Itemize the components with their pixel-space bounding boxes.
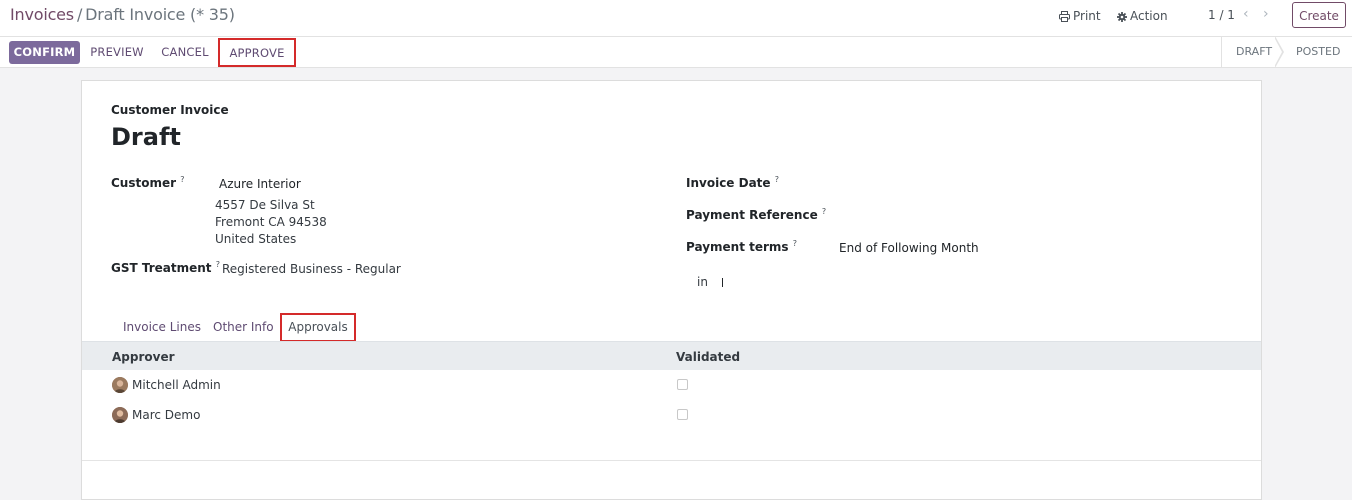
avatar bbox=[112, 407, 128, 423]
tab-approvals[interactable]: Approvals bbox=[280, 313, 356, 342]
validated-checkbox[interactable] bbox=[677, 409, 688, 420]
stage-arrow-inner bbox=[1274, 37, 1282, 67]
help-icon[interactable]: ? bbox=[822, 207, 826, 216]
gst-field[interactable]: Registered Business - Regular bbox=[222, 262, 401, 276]
approver-name: Marc Demo bbox=[132, 408, 201, 422]
currency-in-label: in bbox=[697, 275, 708, 289]
action-button[interactable]: Action bbox=[1117, 9, 1168, 25]
chevron-right-icon[interactable]: › bbox=[1263, 6, 1269, 22]
confirm-button[interactable]: CONFIRM bbox=[9, 41, 80, 64]
payment-reference-label: Payment Reference ? bbox=[686, 207, 826, 222]
table-row-empty bbox=[82, 430, 1261, 461]
breadcrumb-current: Draft Invoice (* 35) bbox=[85, 5, 235, 24]
address-line-3: United States bbox=[215, 232, 297, 246]
move-type-label: Customer Invoice bbox=[111, 103, 229, 117]
breadcrumb-invoices-link[interactable]: Invoices bbox=[10, 5, 74, 24]
form-sheet: Customer Invoice Draft Customer ? Azure … bbox=[81, 80, 1262, 500]
validated-checkbox[interactable] bbox=[677, 379, 688, 390]
tab-other-info[interactable]: Other Info bbox=[213, 320, 274, 334]
print-label: Print bbox=[1073, 9, 1101, 23]
customer-field[interactable]: Azure Interior bbox=[219, 177, 301, 191]
address-line-1: 4557 De Silva St bbox=[215, 198, 315, 212]
preview-button[interactable]: PREVIEW bbox=[86, 41, 148, 64]
breadcrumb-separator: / bbox=[76, 5, 83, 24]
column-approver[interactable]: Approver bbox=[112, 350, 175, 364]
print-button[interactable]: Print bbox=[1059, 9, 1101, 25]
address-line-2: Fremont CA 94538 bbox=[215, 215, 327, 229]
stage-indicator: DRAFT POSTED bbox=[1221, 36, 1352, 68]
approver-name: Mitchell Admin bbox=[132, 378, 221, 392]
control-panel: Invoices / Draft Invoice (* 35) Print Acti… bbox=[0, 0, 1352, 37]
payment-terms-label-text: Payment terms bbox=[686, 240, 789, 254]
payment-reference-label-text: Payment Reference bbox=[686, 208, 818, 222]
table-row[interactable]: Marc Demo bbox=[82, 400, 1261, 431]
gst-label: GST Treatment ? bbox=[111, 260, 220, 275]
help-icon[interactable]: ? bbox=[793, 239, 797, 248]
invoice-date-label-text: Invoice Date bbox=[686, 176, 771, 190]
help-icon[interactable]: ? bbox=[775, 175, 779, 184]
stage-posted[interactable]: POSTED bbox=[1296, 45, 1340, 58]
notebook-tabs: Invoice Lines Other Info Approvals bbox=[82, 313, 1261, 342]
invoice-date-label: Invoice Date ? bbox=[686, 175, 779, 190]
status-bar: CONFIRM PREVIEW CANCEL APPROVE DRAFT POS… bbox=[0, 36, 1352, 68]
customer-label: Customer ? bbox=[111, 175, 184, 190]
tab-invoice-lines[interactable]: Invoice Lines bbox=[123, 320, 201, 334]
cancel-button[interactable]: CANCEL bbox=[156, 41, 214, 64]
column-validated[interactable]: Validated bbox=[676, 350, 740, 364]
printer-icon bbox=[1059, 11, 1070, 25]
pager-value[interactable]: 1 / 1 bbox=[1208, 8, 1235, 22]
breadcrumb: Invoices / Draft Invoice (* 35) bbox=[10, 5, 235, 24]
gear-icon bbox=[1117, 11, 1127, 25]
payment-terms-field[interactable]: End of Following Month bbox=[839, 241, 979, 255]
stage-draft[interactable]: DRAFT bbox=[1236, 45, 1272, 58]
create-button[interactable]: Create bbox=[1292, 2, 1346, 28]
table-header: Approver Validated bbox=[82, 341, 1261, 371]
customer-label-text: Customer bbox=[111, 176, 177, 190]
chevron-left-icon[interactable]: ‹ bbox=[1243, 6, 1249, 22]
page-title: Draft bbox=[111, 123, 181, 151]
payment-terms-label: Payment terms ? bbox=[686, 239, 797, 254]
text-cursor bbox=[722, 278, 723, 287]
help-icon[interactable]: ? bbox=[180, 175, 184, 184]
gst-label-text: GST Treatment bbox=[111, 261, 212, 275]
approve-button[interactable]: APPROVE bbox=[218, 38, 296, 67]
action-label: Action bbox=[1130, 9, 1168, 23]
table-row[interactable]: Mitchell Admin bbox=[82, 370, 1261, 401]
help-icon[interactable]: ? bbox=[216, 260, 220, 269]
avatar bbox=[112, 377, 128, 393]
